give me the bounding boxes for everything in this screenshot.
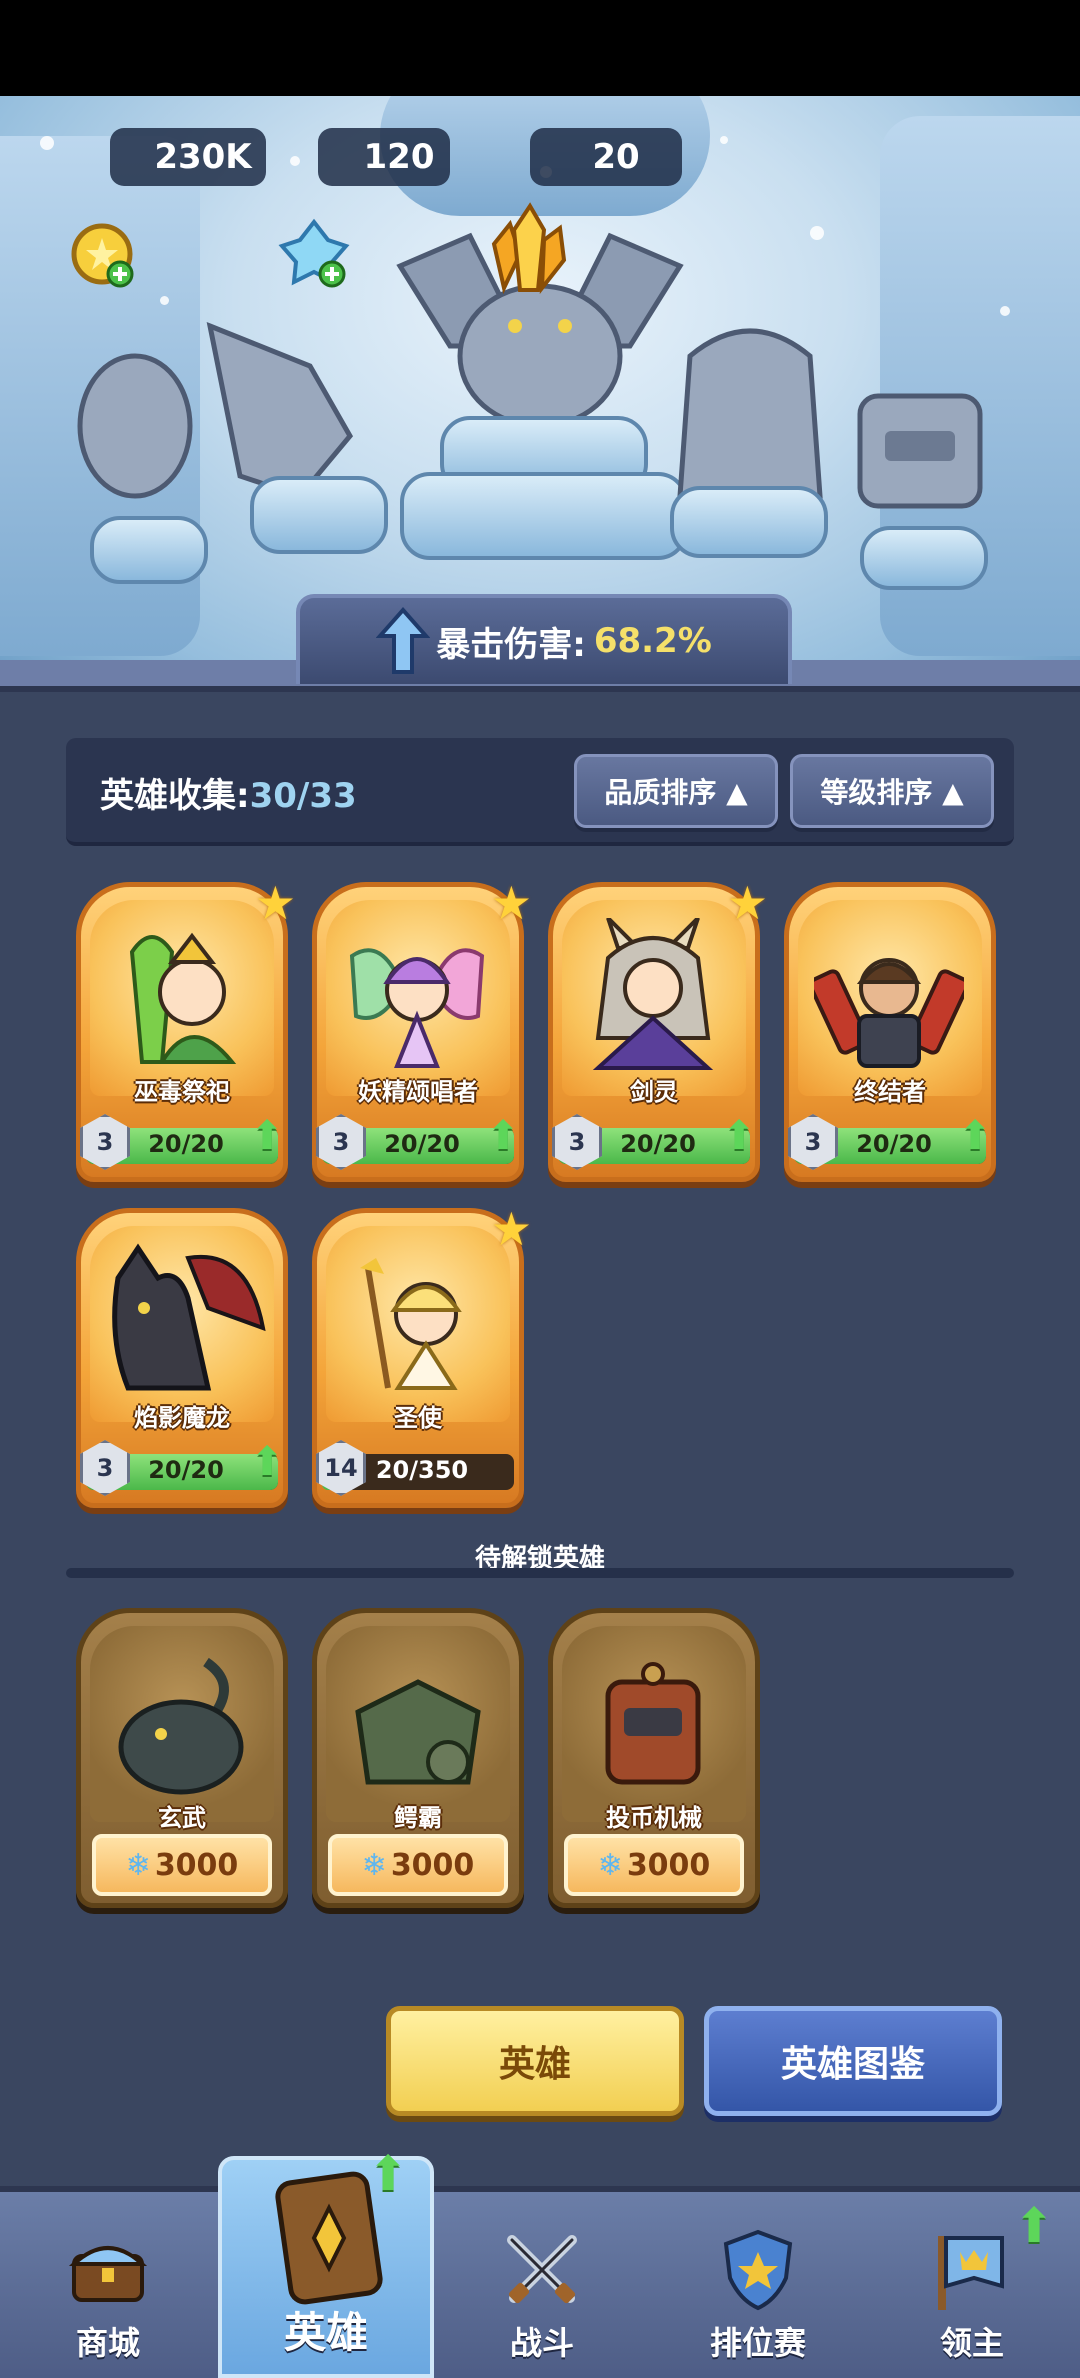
locked-hero-card[interactable]: 投币机械 ❄ 3000 <box>548 1608 760 1908</box>
star-icon: ★ <box>490 1202 532 1256</box>
star-icon: ★ <box>726 876 768 930</box>
progress-text: 20/20 <box>620 1130 696 1158</box>
gold-coin-icon[interactable] <box>68 220 140 292</box>
banner-flag-icon <box>938 2236 1004 2310</box>
upgrade-arrow-icon[interactable]: ⬆ <box>720 1114 758 1158</box>
shield-badge-icon <box>723 2229 793 2311</box>
section-divider <box>66 1568 1014 1578</box>
hero-name: 巫毒祭祀 <box>134 1078 230 1106</box>
collection-bar: 英雄收集:30/33 品质排序 ▲ 等级排序 ▲ <box>66 738 1014 846</box>
gem-icon: ❄ <box>125 1847 151 1883</box>
bottom-nav: 商城 ⬆ 英雄 战斗 排位赛 ⬆ 领主 <box>0 2146 1080 2378</box>
chest-icon <box>68 2246 148 2302</box>
hero-portrait <box>360 1258 462 1390</box>
hero-name: 妖精颂唱者 <box>358 1078 478 1106</box>
progress-text: 20/20 <box>384 1130 460 1158</box>
status-bar <box>0 0 1080 96</box>
hero-portrait <box>129 932 237 1064</box>
hero-name: 剑灵 <box>630 1078 678 1106</box>
upgrade-arrow-icon: ⬆ <box>1014 2198 1055 2254</box>
upgrade-arrow-icon[interactable]: ⬆ <box>484 1114 522 1158</box>
hero-name: 焰影魔龙 <box>134 1404 230 1432</box>
crystal-counter[interactable]: 20 <box>530 128 682 186</box>
collection-label: 英雄收集: <box>100 776 250 816</box>
crystal-amount: 20 <box>592 137 640 177</box>
crystal-cluster-icon <box>491 202 567 295</box>
hero-portrait <box>592 918 714 1070</box>
hero-card[interactable]: ★ 圣使 20/350 14 <box>312 1202 532 1508</box>
gem-amount: 120 <box>363 137 435 177</box>
arrow-up-icon <box>376 606 431 674</box>
gem-icon: ❄ <box>361 1847 387 1883</box>
nav-battle[interactable]: 战斗 <box>434 2192 650 2378</box>
upgrade-arrow-icon[interactable]: ⬆ <box>248 1114 286 1158</box>
hero-card[interactable]: ★ 巫毒祭祀 20/20 3 ⬆ <box>76 876 296 1182</box>
hero-portrait <box>355 1679 481 1785</box>
crit-damage-banner: 暴击伤害: 68.2% <box>296 594 792 684</box>
hero-portrait <box>814 958 964 1068</box>
collection-count: 30/33 <box>249 776 357 816</box>
unlock-price-button[interactable]: ❄ 3000 <box>328 1834 508 1896</box>
price-value: 3000 <box>390 1847 475 1883</box>
gem-icon[interactable] <box>276 216 352 292</box>
hero-card[interactable]: ★ 妖精颂唱者 20/20 3 ⬆ <box>312 876 532 1182</box>
nav-heroes-label: 英雄 <box>283 2308 368 2357</box>
robot-statue <box>857 393 983 509</box>
heroes-tab-button[interactable]: 英雄 <box>386 2006 684 2116</box>
unlock-price-button[interactable]: ❄ 3000 <box>92 1834 272 1896</box>
hero-card[interactable]: 焰影魔龙 20/20 3 ⬆ <box>76 1208 288 1508</box>
upgrade-arrow-icon: ⬆ <box>368 2146 409 2202</box>
star-icon: ★ <box>254 876 296 930</box>
price-value: 3000 <box>154 1847 239 1883</box>
left-statue <box>77 353 193 499</box>
progress-text: 20/350 <box>375 1456 469 1484</box>
crit-damage-label: 暴击伤害: <box>436 624 586 665</box>
nav-ranked-label: 排位赛 <box>709 2324 806 2362</box>
crossed-swords-icon <box>507 2235 577 2304</box>
sort-quality-button[interactable]: 品质排序 ▲ <box>574 754 778 828</box>
hero-name: 圣使 <box>394 1404 442 1432</box>
hero-card[interactable]: ★ 剑灵 20/20 3 ⬆ <box>548 876 768 1182</box>
nav-shop[interactable]: 商城 <box>0 2192 216 2378</box>
crit-damage-value: 68.2% <box>593 621 712 661</box>
hero-name: 终结者 <box>854 1078 926 1106</box>
locked-hero-card[interactable]: 玄武 ❄ 3000 <box>76 1608 288 1908</box>
hero-portrait <box>112 1243 266 1391</box>
hero-name: 鳄霸 <box>394 1804 442 1832</box>
progress-text: 20/20 <box>856 1130 932 1158</box>
nav-heroes[interactable]: ⬆ 英雄 <box>218 2146 434 2378</box>
nav-battle-label: 战斗 <box>509 2324 574 2362</box>
upgrade-arrow-icon[interactable]: ⬆ <box>956 1114 994 1158</box>
progress-text: 20/20 <box>148 1456 224 1484</box>
star-icon: ★ <box>490 876 532 930</box>
upgrade-arrow-icon[interactable]: ⬆ <box>248 1440 286 1484</box>
price-value: 3000 <box>626 1847 711 1883</box>
gold-amount: 230K <box>154 137 252 177</box>
nav-shop-label: 商城 <box>75 2324 140 2362</box>
hero-card[interactable]: 终结者 20/20 3 ⬆ <box>784 882 996 1182</box>
collection-title: 英雄收集:30/33 <box>100 768 357 817</box>
sort-level-button[interactable]: 等级排序 ▲ <box>790 754 994 828</box>
nav-lord[interactable]: ⬆ 领主 <box>864 2192 1080 2378</box>
locked-hero-card[interactable]: 鳄霸 ❄ 3000 <box>312 1608 524 1908</box>
gem-icon: ❄ <box>597 1847 623 1883</box>
hero-codex-button[interactable]: 英雄图鉴 <box>704 2006 1002 2116</box>
gem-counter[interactable]: 120 <box>318 128 450 186</box>
hero-portrait <box>349 948 485 1068</box>
unlock-price-button[interactable]: ❄ 3000 <box>564 1834 744 1896</box>
hero-portrait <box>118 1657 244 1795</box>
nav-ranked[interactable]: 排位赛 <box>650 2192 866 2378</box>
progress-text: 20/20 <box>148 1130 224 1158</box>
hero-name: 玄武 <box>158 1804 206 1832</box>
gold-counter[interactable]: 230K <box>110 128 266 186</box>
hero-portrait <box>605 1662 701 1785</box>
hero-name: 投币机械 <box>606 1804 702 1832</box>
nav-lord-label: 领主 <box>939 2324 1004 2362</box>
